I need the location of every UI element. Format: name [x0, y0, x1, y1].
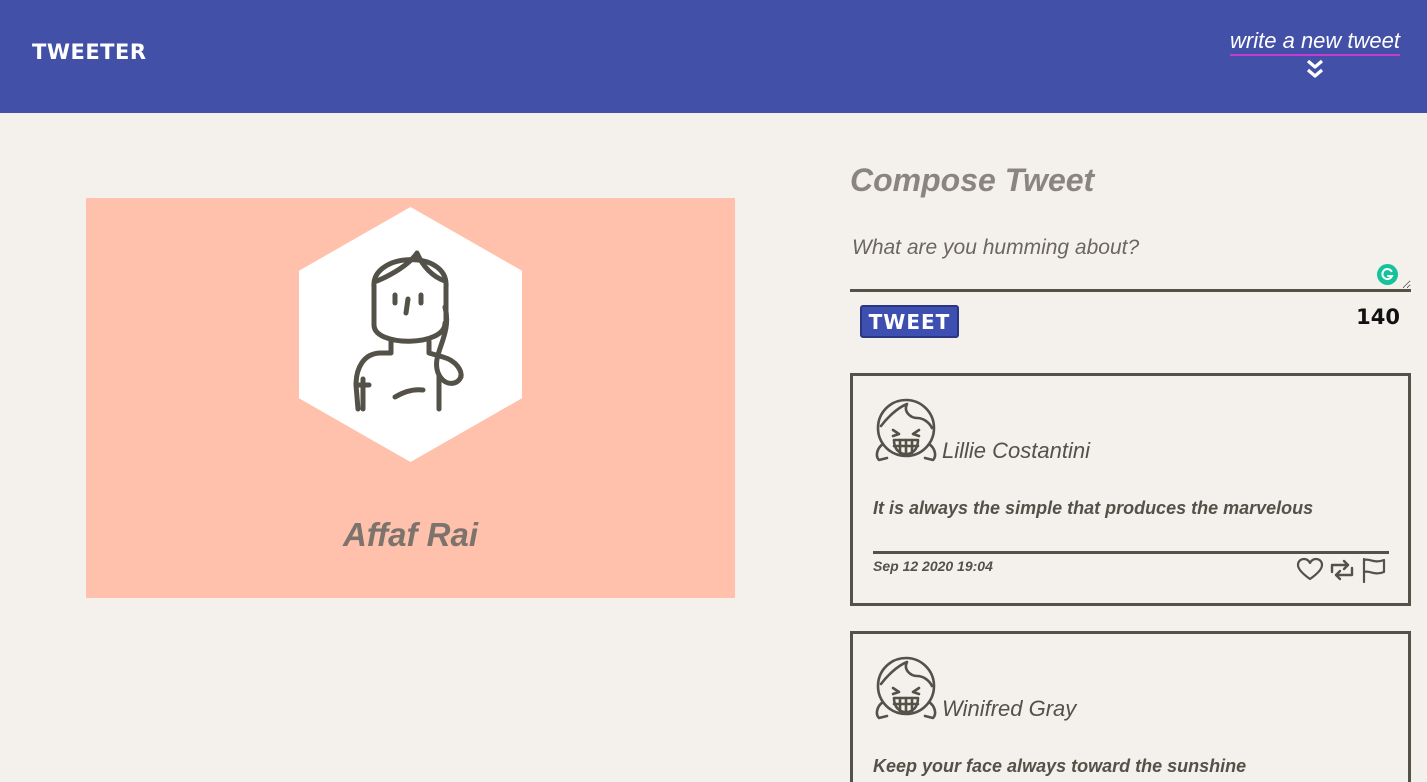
tweet-date: Sep 12 2020 19:04	[873, 558, 993, 574]
flag-icon[interactable]	[1360, 557, 1388, 583]
tweet-author[interactable]: Winifred Gray	[942, 696, 1076, 722]
grammarly-icon[interactable]	[1377, 264, 1398, 285]
tweet-input[interactable]	[850, 230, 1411, 292]
smiling-girl-avatar-icon	[875, 656, 937, 720]
smiling-girl-avatar-icon	[875, 398, 937, 462]
woman-avatar-icon	[299, 207, 522, 462]
tweet-button[interactable]: TWEET	[860, 305, 959, 338]
profile-name: Affaf Rai	[342, 516, 479, 553]
double-chevron-down-icon[interactable]	[1305, 58, 1325, 80]
tweet-author[interactable]: Lillie Costantini	[942, 438, 1090, 464]
heart-icon[interactable]	[1296, 557, 1324, 583]
tweet-card: Winifred Gray Keep your face always towa…	[850, 631, 1411, 782]
profile-card: Affaf Rai	[86, 198, 735, 598]
write-new-tweet-link[interactable]: write a new tweet	[1230, 28, 1400, 80]
tweet-text: Keep your face always toward the sunshin…	[873, 756, 1247, 776]
brand-logo[interactable]: TWEETER	[32, 40, 147, 64]
compose-title: Compose Tweet	[850, 162, 1095, 198]
tweet-actions	[1296, 557, 1388, 583]
retweet-icon[interactable]	[1328, 557, 1356, 583]
top-navbar: TWEETER write a new tweet	[0, 0, 1427, 113]
write-new-tweet-label[interactable]: write a new tweet	[1230, 28, 1400, 56]
tweet-text: It is always the simple that produces th…	[873, 498, 1314, 518]
tweet-divider	[873, 551, 1389, 554]
tweet-card: Lillie Costantini It is always the simpl…	[850, 373, 1411, 606]
character-counter: 140	[1356, 305, 1400, 329]
